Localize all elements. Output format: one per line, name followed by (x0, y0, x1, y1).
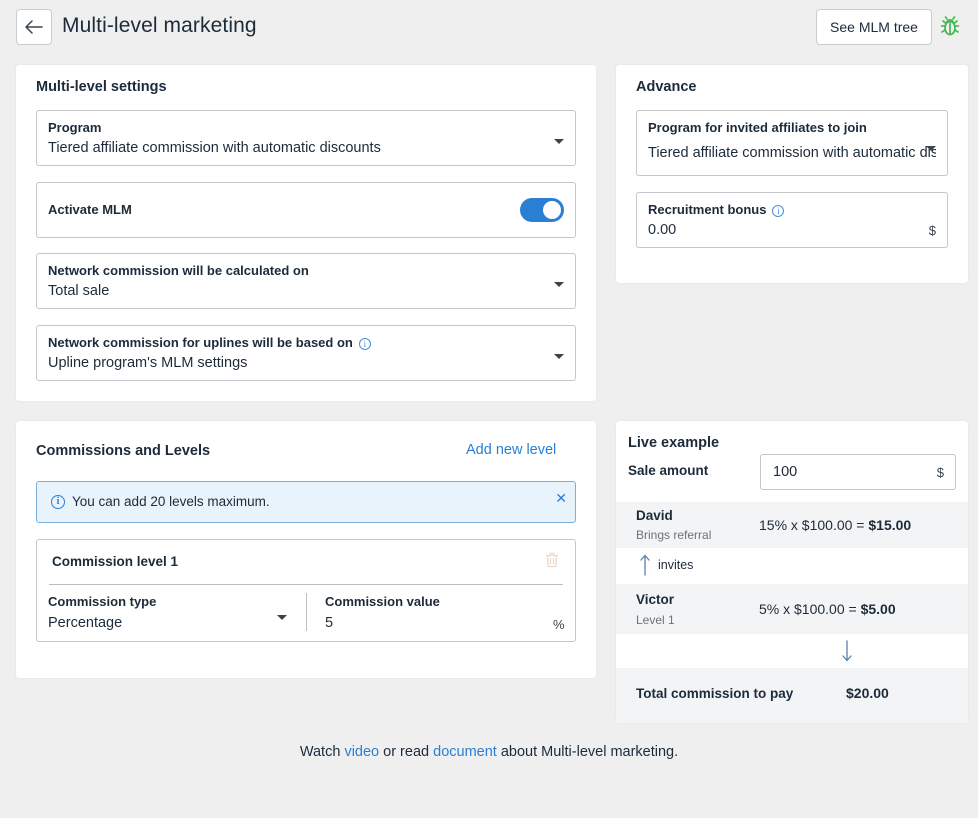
chevron-down-icon (277, 615, 287, 620)
footer-or-read: or read (383, 744, 430, 760)
recruitment-bonus-label: Recruitment bonus i (648, 202, 785, 217)
example-row-total: Total commission to pay $20.00 (616, 668, 968, 723)
program-label: Program (48, 120, 102, 135)
chevron-down-icon (554, 282, 564, 287)
david-role: Brings referral (636, 528, 712, 542)
commission-type-select[interactable]: Commission type Percentage (37, 586, 297, 640)
calculation-basis-select[interactable]: Network commission will be calculated on… (36, 253, 576, 309)
page-title: Multi-level marketing (62, 14, 257, 37)
commission-value-field[interactable]: Commission value 5 % (314, 586, 574, 640)
example-row-invites: invites (616, 548, 968, 584)
back-button[interactable] (16, 9, 52, 45)
commission-type-label: Commission type (48, 594, 157, 609)
sale-amount-value: 100 (773, 464, 798, 480)
percent-unit: % (553, 617, 565, 632)
total-value: $20.00 (846, 685, 889, 701)
commission-level-box: Commission level 1 Commission type Perce… (36, 539, 576, 642)
david-calc-text: 15% x $100.00 = (759, 517, 865, 533)
footer-help-text: Watch video or read document about Multi… (0, 744, 978, 760)
live-example-title: Live example (628, 435, 720, 451)
activate-mlm-label: Activate MLM (48, 202, 132, 217)
alert-text: You can add 20 levels maximum. (72, 494, 270, 509)
victor-total: $5.00 (860, 601, 896, 617)
chevron-down-icon (554, 354, 564, 359)
vertical-divider (306, 593, 307, 631)
activate-mlm-field: Activate MLM (36, 182, 576, 238)
levels-info-alert: i You can add 20 levels maximum. ✕ (36, 481, 576, 523)
recruitment-bonus-label-text: Recruitment bonus (648, 202, 767, 217)
commission-type-value: Percentage (48, 615, 123, 631)
close-icon[interactable]: ✕ (555, 490, 567, 507)
upline-basis-label-text: Network commission for uplines will be b… (48, 335, 353, 350)
upline-basis-value: Upline program's MLM settings (48, 355, 248, 371)
sale-amount-input[interactable]: 100 $ (760, 454, 956, 490)
upline-basis-select[interactable]: Network commission for uplines will be b… (36, 325, 576, 381)
example-row-arrow (616, 634, 968, 668)
footer-watch: Watch (299, 744, 341, 760)
invited-program-select[interactable]: Program for invited affiliates to join T… (636, 110, 948, 176)
example-row-david: David Brings referral 15% x $100.00 = $1… (616, 502, 968, 548)
trash-icon[interactable] (545, 552, 559, 568)
program-value: Tiered affiliate commission with automat… (48, 140, 381, 156)
activate-mlm-toggle[interactable] (520, 198, 564, 222)
example-row-victor: Victor Level 1 5% x $100.00 = $5.00 (616, 584, 968, 634)
recruitment-bonus-value: 0.00 (648, 222, 677, 238)
info-icon[interactable]: i (772, 205, 785, 217)
see-mlm-tree-button[interactable]: See MLM tree (816, 9, 932, 45)
chevron-down-icon (554, 139, 564, 144)
bug-icon[interactable] (938, 14, 962, 38)
commission-value-input: 5 (325, 615, 334, 631)
arrow-up-icon (640, 554, 650, 576)
victor-level: Level 1 (636, 613, 675, 627)
program-select[interactable]: Program Tiered affiliate commission with… (36, 110, 576, 166)
invited-program-value: Tiered affiliate commission with automat… (648, 145, 936, 161)
upline-basis-label: Network commission for uplines will be b… (48, 335, 371, 350)
sale-currency-unit: $ (936, 465, 944, 480)
toggle-knob (543, 201, 561, 219)
david-total: $15.00 (868, 517, 912, 533)
video-link[interactable]: video (344, 744, 379, 760)
commission-value-label: Commission value (325, 594, 440, 609)
advance-title: Advance (636, 79, 697, 95)
david-calculation: 15% x $100.00 = $15.00 (759, 517, 911, 533)
invited-program-label: Program for invited affiliates to join (648, 120, 867, 135)
total-label: Total commission to pay (636, 686, 794, 701)
calculation-basis-value: Total sale (48, 283, 110, 299)
info-icon[interactable]: i (358, 338, 371, 350)
commissions-levels-title: Commissions and Levels (36, 443, 211, 459)
commission-level-title: Commission level 1 (52, 554, 179, 569)
footer-about: about Multi-level marketing. (500, 744, 679, 760)
david-name: David (636, 508, 673, 523)
add-new-level-link[interactable]: Add new level (466, 442, 556, 458)
invites-label: invites (658, 558, 694, 572)
arrow-down-icon (842, 640, 852, 662)
victor-name: Victor (636, 592, 675, 607)
arrow-left-icon (25, 20, 43, 34)
sale-amount-label: Sale amount (628, 463, 709, 478)
divider (49, 584, 563, 585)
currency-unit: $ (928, 223, 936, 238)
multi-level-settings-title: Multi-level settings (36, 79, 167, 95)
recruitment-bonus-field[interactable]: Recruitment bonus i 0.00 $ (636, 192, 948, 248)
calculation-basis-label: Network commission will be calculated on (48, 263, 309, 278)
victor-calc-text: 5% x $100.00 = (759, 601, 857, 617)
chevron-down-icon (926, 146, 936, 151)
info-icon: i (51, 495, 65, 509)
victor-calculation: 5% x $100.00 = $5.00 (759, 601, 896, 617)
document-link[interactable]: document (433, 744, 497, 760)
